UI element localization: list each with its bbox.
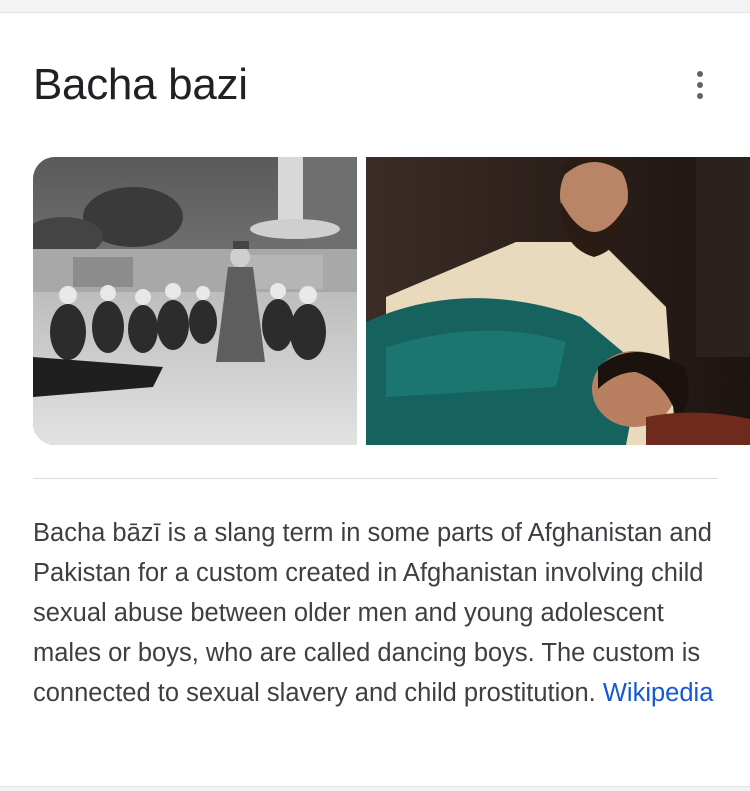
wikipedia-source-link[interactable]: Wikipedia <box>603 679 714 707</box>
historical-photo-image <box>33 157 357 445</box>
more-vert-icon-dot <box>697 93 703 99</box>
image-thumbnail-historical[interactable] <box>33 157 357 445</box>
panel-title: Bacha bazi <box>33 60 248 109</box>
knowledge-panel-card: Bacha bazi Bacha bāzī is a slang term in… <box>0 12 750 787</box>
section-divider <box>33 478 718 479</box>
image-thumbnail-film-still[interactable] <box>366 157 750 445</box>
description-paragraph: Bacha bāzī is a slang term in some parts… <box>33 513 718 713</box>
film-still-image <box>366 157 750 445</box>
more-vert-icon <box>697 71 703 77</box>
more-vert-icon-dot <box>697 82 703 88</box>
more-options-button[interactable] <box>684 65 716 105</box>
